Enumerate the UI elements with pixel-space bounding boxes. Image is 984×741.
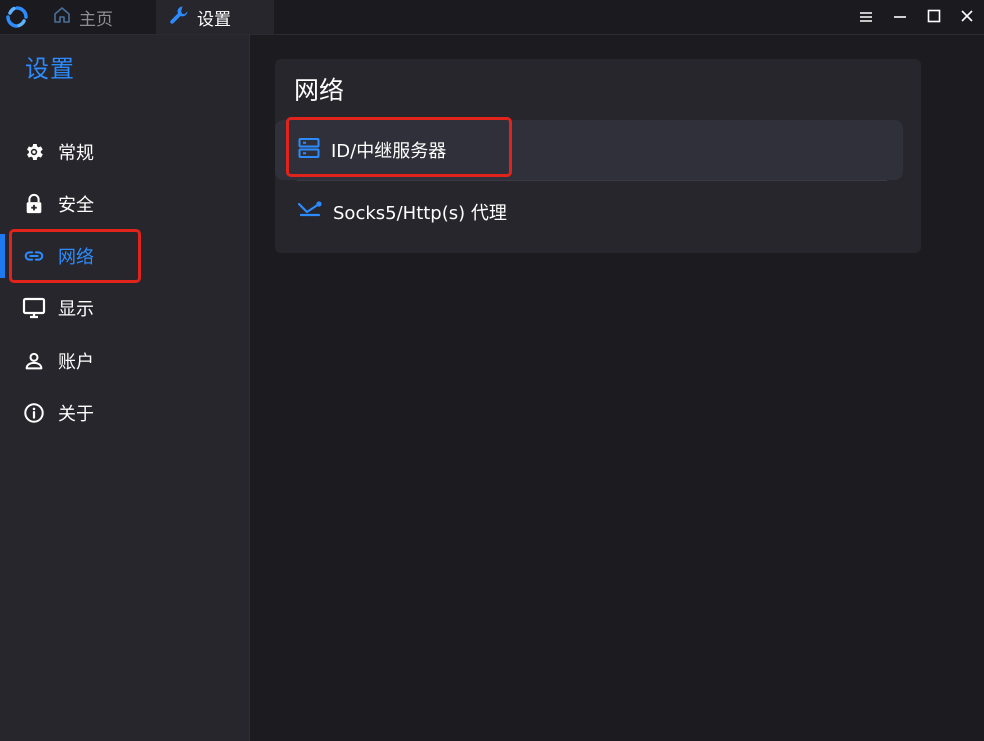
sidebar-item-label: 账户 <box>58 352 94 373</box>
sidebar-title: 设置 <box>25 55 75 83</box>
section-title: 网络 <box>294 76 345 105</box>
close-button[interactable] <box>955 5 979 29</box>
server-icon <box>297 136 331 165</box>
minimize-icon <box>893 8 907 27</box>
settings-sidebar: 设置 常规 安全 网络 显示 账户 关于 <box>0 35 250 741</box>
sidebar-item-general[interactable]: 常规 <box>0 130 250 174</box>
sidebar-item-account[interactable]: 账户 <box>0 339 250 383</box>
sidebar-item-about[interactable]: 关于 <box>0 391 250 435</box>
lock-icon <box>22 192 46 216</box>
gear-icon <box>22 140 46 164</box>
link-icon <box>22 244 46 268</box>
wrench-icon <box>168 4 197 31</box>
sidebar-item-label: 常规 <box>58 143 94 164</box>
option-label: Socks5/Http(s) 代理 <box>333 203 507 224</box>
monitor-icon <box>22 296 46 320</box>
sidebar-item-label: 网络 <box>58 247 94 268</box>
sidebar-item-label: 关于 <box>58 404 94 425</box>
tab-settings-label: 设置 <box>197 9 231 30</box>
sidebar-item-label: 显示 <box>58 299 94 320</box>
title-bar: 主页 设置 <box>0 0 984 35</box>
tab-home[interactable]: 主页 <box>52 0 152 34</box>
info-icon <box>22 401 46 425</box>
tab-home-label: 主页 <box>79 9 113 30</box>
sidebar-item-security[interactable]: 安全 <box>0 182 250 226</box>
sidebar-item-network[interactable]: 网络 <box>0 234 250 278</box>
person-icon <box>22 349 46 373</box>
tab-settings[interactable]: 设置 <box>156 0 274 34</box>
sidebar-item-display[interactable]: 显示 <box>0 286 250 330</box>
option-label: ID/中继服务器 <box>331 141 447 162</box>
minimize-button[interactable] <box>888 5 912 29</box>
home-icon <box>52 5 79 30</box>
network-settings-card: 网络 ID/中继服务器 Socks5/Http(s) 代理 <box>275 59 921 253</box>
sidebar-item-label: 安全 <box>58 195 94 216</box>
menu-icon <box>859 8 873 27</box>
id-relay-server-option[interactable]: ID/中继服务器 <box>275 120 903 180</box>
close-icon <box>960 8 974 27</box>
socks5-proxy-option[interactable]: Socks5/Http(s) 代理 <box>275 182 903 242</box>
divider <box>297 180 887 181</box>
menu-button[interactable] <box>854 5 878 29</box>
maximize-icon <box>927 8 941 27</box>
maximize-button[interactable] <box>922 5 946 29</box>
app-logo-icon <box>6 6 28 28</box>
active-indicator <box>0 234 5 278</box>
proxy-icon <box>297 199 333 226</box>
